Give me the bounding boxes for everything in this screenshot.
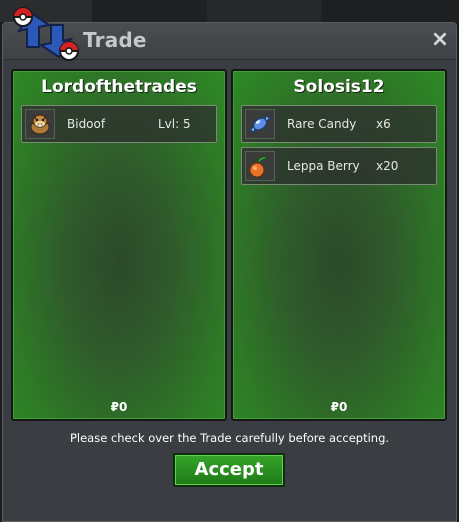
item-quantity: x20 [376,159,399,173]
offer-panel-left: Lordofthetrades Bidoof Lvl: 5 ₽0 [11,69,227,421]
rare-candy-icon [245,109,275,139]
accept-button[interactable]: Accept [173,453,285,487]
offer-item-bidoof[interactable]: Bidoof Lvl: 5 [21,105,217,143]
leppa-berry-icon [245,151,275,181]
trade-logo-icon [13,7,79,61]
offer-item-leppa-berry[interactable]: Leppa Berry x20 [241,147,437,185]
money-right: ₽0 [330,400,348,414]
trade-notice: Please check over the Trade carefully be… [69,431,390,445]
offer-panel-right: Solosis12 Rare Candy x6 Leppa Berry x20 … [231,69,447,421]
money-left: ₽0 [110,400,128,414]
item-name: Bidoof [67,117,106,131]
item-name: Rare Candy [287,117,357,131]
player-name-left: Lordofthetrades [41,77,197,97]
player-name-right: Solosis12 [293,77,385,97]
bidoof-icon [25,109,55,139]
offer-item-rare-candy[interactable]: Rare Candy x6 [241,105,437,143]
item-level: Lvl: 5 [158,117,191,131]
window-title: Trade [83,28,147,52]
item-name: Leppa Berry [287,159,360,173]
trade-window: Trade × Lordofthetrades Bidoof Lvl: 5 ₽0… [2,7,457,522]
close-button[interactable]: × [430,28,450,52]
item-quantity: x6 [376,117,391,131]
